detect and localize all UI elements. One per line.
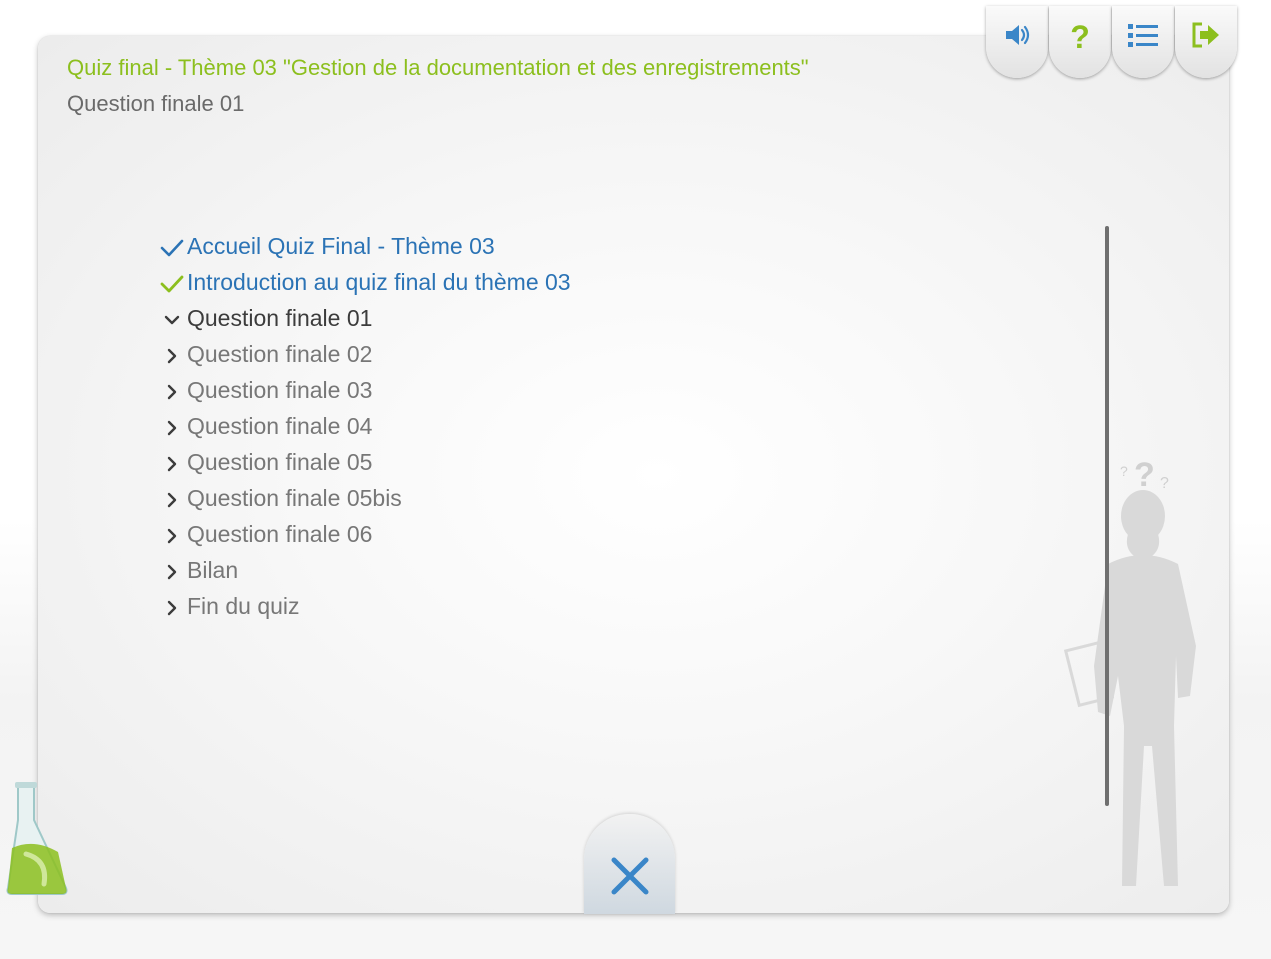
chevron-right-icon bbox=[156, 552, 187, 588]
help-button[interactable]: ? bbox=[1049, 6, 1111, 78]
exit-icon bbox=[1190, 20, 1222, 55]
chevron-down-icon bbox=[156, 300, 187, 336]
flask-icon bbox=[6, 782, 68, 895]
menu-button[interactable] bbox=[1112, 6, 1174, 78]
chevron-right-icon bbox=[156, 372, 187, 408]
toc-item-question-01[interactable]: Question finale 01 bbox=[156, 298, 571, 334]
toc-item-label: Question finale 04 bbox=[187, 412, 373, 439]
toc-item-introduction[interactable]: Introduction au quiz final du thème 03 bbox=[156, 262, 571, 298]
toolbar: ? bbox=[986, 6, 1238, 78]
chevron-right-icon bbox=[156, 408, 187, 444]
list-icon bbox=[1126, 20, 1160, 55]
stage: Quiz final - Thème 03 "Gestion de la doc… bbox=[0, 0, 1271, 959]
svg-text:?: ? bbox=[1134, 456, 1155, 494]
svg-text:?: ? bbox=[1070, 20, 1090, 52]
toc-item-label: Question finale 06 bbox=[187, 520, 373, 547]
toc-item-bilan[interactable]: Bilan bbox=[156, 550, 571, 586]
toc-item-label: Fin du quiz bbox=[187, 592, 300, 619]
chevron-right-icon bbox=[156, 444, 187, 480]
toc-item-fin-du-quiz[interactable]: Fin du quiz bbox=[156, 586, 571, 622]
toc-item-question-02[interactable]: Question finale 02 bbox=[156, 334, 571, 370]
thinking-woman-silhouette-icon: ? ? ? bbox=[1063, 456, 1196, 886]
toc-item-question-05bis[interactable]: Question finale 05bis bbox=[156, 478, 571, 514]
scrollbar[interactable] bbox=[1105, 226, 1109, 806]
chevron-right-icon bbox=[156, 516, 187, 552]
page-title: Quiz final - Thème 03 "Gestion de la doc… bbox=[67, 55, 809, 80]
exit-button[interactable] bbox=[1175, 6, 1237, 78]
sound-button[interactable] bbox=[986, 6, 1048, 78]
toc-item-label: Question finale 02 bbox=[187, 340, 373, 367]
speaker-icon bbox=[1002, 20, 1032, 55]
check-icon bbox=[156, 264, 187, 300]
toc-item-question-06[interactable]: Question finale 06 bbox=[156, 514, 571, 550]
toc-item-question-03[interactable]: Question finale 03 bbox=[156, 370, 571, 406]
chevron-right-icon bbox=[156, 480, 187, 516]
page-subtitle: Question finale 01 bbox=[67, 91, 245, 116]
toc-item-label: Bilan bbox=[187, 556, 239, 583]
toc-item-label: Question finale 03 bbox=[187, 376, 373, 403]
toc-item-label: Introduction au quiz final du thème 03 bbox=[187, 268, 571, 295]
toc-item-accueil[interactable]: Accueil Quiz Final - Thème 03 bbox=[156, 226, 571, 262]
close-icon bbox=[608, 854, 652, 903]
toc-item-label: Question finale 05 bbox=[187, 448, 373, 475]
close-menu-button[interactable] bbox=[584, 814, 675, 914]
content-panel: Quiz final - Thème 03 "Gestion de la doc… bbox=[38, 36, 1229, 913]
svg-text:?: ? bbox=[1120, 463, 1128, 479]
toc-item-label: Question finale 01 bbox=[187, 304, 373, 331]
svg-text:?: ? bbox=[1160, 475, 1169, 492]
toc-item-question-05[interactable]: Question finale 05 bbox=[156, 442, 571, 478]
table-of-contents: Accueil Quiz Final - Thème 03 Introducti… bbox=[156, 226, 571, 622]
check-icon bbox=[156, 228, 187, 264]
toc-item-label: Question finale 05bis bbox=[187, 484, 402, 511]
chevron-right-icon bbox=[156, 336, 187, 372]
help-icon: ? bbox=[1065, 19, 1095, 57]
toc-item-question-04[interactable]: Question finale 04 bbox=[156, 406, 571, 442]
toc-item-label: Accueil Quiz Final - Thème 03 bbox=[187, 232, 495, 259]
chevron-right-icon bbox=[156, 588, 187, 624]
